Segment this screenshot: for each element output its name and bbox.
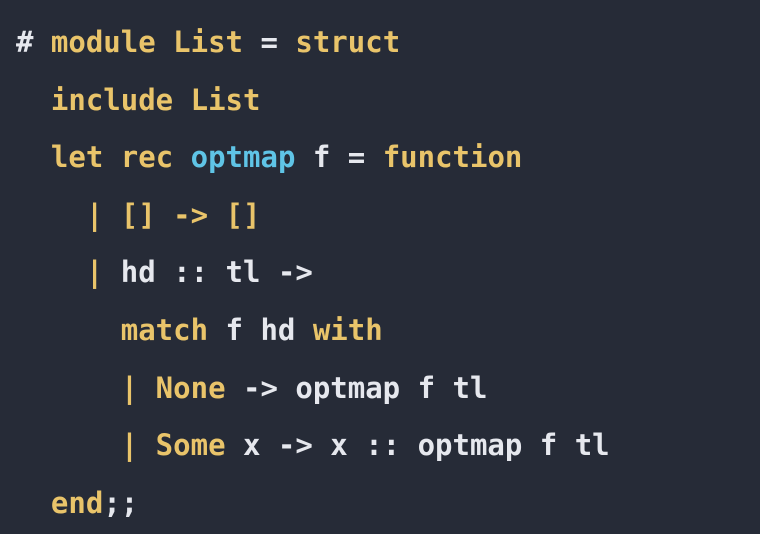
code-token: = <box>243 25 296 59</box>
keyword-token: List <box>190 82 261 117</box>
code-line: | None -> optmap f tl <box>16 368 760 426</box>
keyword-token: end <box>50 485 104 520</box>
keyword-token: | Some <box>120 428 226 463</box>
code-token: -> optmap f tl <box>225 370 488 405</box>
code-token: hd :: tl -> <box>103 255 313 290</box>
code-line: | hd :: tl -> <box>16 252 760 310</box>
code-line: match f hd with <box>16 310 760 368</box>
keyword-token: struct <box>295 25 401 59</box>
keyword-token: module <box>50 25 156 59</box>
keyword-token: with <box>312 312 383 347</box>
keyword-token: function <box>382 140 523 175</box>
keyword-token: rec <box>120 140 174 175</box>
keyword-token: include <box>50 82 174 117</box>
function-name-token: optmap <box>190 140 296 175</box>
code-block: # module List = struct include List let … <box>0 0 760 534</box>
keyword-token: | None <box>120 370 226 405</box>
code-token: x -> x :: optmap f tl <box>225 428 610 463</box>
code-line: end;; <box>16 483 760 534</box>
code-token: # <box>16 25 51 59</box>
keyword-token: List <box>173 25 243 59</box>
code-line: let rec optmap f = function <box>16 137 760 195</box>
code-token: f = <box>295 140 383 175</box>
code-line: include List <box>16 80 760 138</box>
code-line: | Some x -> x :: optmap f tl <box>16 425 760 483</box>
code-line: | [] -> [] <box>16 195 760 253</box>
keyword-token: let <box>50 140 104 175</box>
keyword-token: | <box>85 255 104 290</box>
code-token: ;; <box>103 485 139 520</box>
keyword-token: match <box>120 312 209 347</box>
keyword-token: | [] -> [] <box>85 197 261 232</box>
code-token: f hd <box>208 312 313 347</box>
code-line: # module List = struct <box>16 22 760 80</box>
